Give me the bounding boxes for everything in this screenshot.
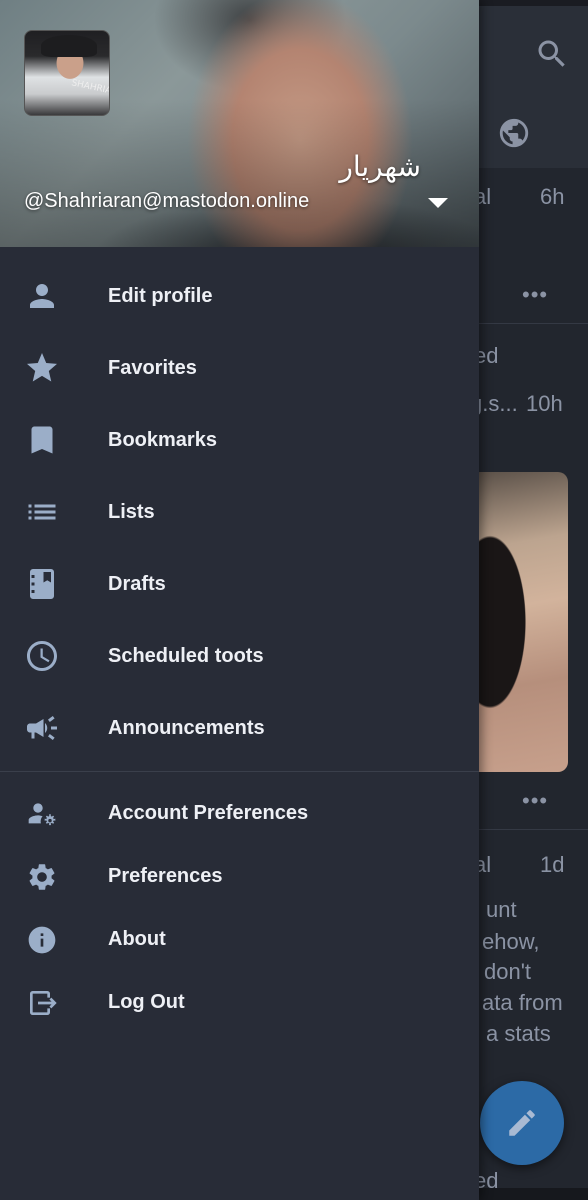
pencil-icon [505,1106,539,1140]
logout-icon [24,985,60,1021]
divider [479,829,588,830]
menu-item-label: Scheduled toots [108,644,264,667]
menu-item-drafts[interactable]: Drafts [0,548,479,620]
drafts-icon [24,566,60,602]
secondary-menu: Account Preferences Preferences About Lo… [0,782,479,1034]
avatar-hat-shape [41,35,97,57]
gear-icon [24,859,60,895]
menu-item-about[interactable]: About [0,908,479,971]
post-text: a stats [486,1021,551,1046]
search-icon[interactable] [534,36,570,72]
menu-item-label: Favorites [108,356,197,379]
menu-item-label: Lists [108,500,155,523]
avatar-text: SHAHRIAR [70,78,110,98]
account-header[interactable]: SHAHRIAR شهریار @Shahriaran@mastodon.onl… [0,0,479,247]
menu-item-label: About [108,928,166,950]
menu-item-label: Drafts [108,572,166,595]
more-options-icon[interactable]: ••• [522,788,548,814]
menu-item-preferences[interactable]: Preferences [0,845,479,908]
menu-item-bookmarks[interactable]: Bookmarks [0,404,479,476]
menu-item-log-out[interactable]: Log Out [0,971,479,1034]
star-icon [24,350,60,386]
menu-item-scheduled-toots[interactable]: Scheduled toots [0,620,479,692]
post-text: ehow, [482,929,540,954]
menu-item-edit-profile[interactable]: Edit profile [0,260,479,332]
account-switch-dropdown-icon[interactable] [428,198,448,208]
megaphone-icon [24,710,60,746]
info-icon [24,922,60,958]
post-text: ata from [482,990,563,1015]
avatar[interactable]: SHAHRIAR [24,30,110,116]
post-text: don't [484,959,532,984]
menu-item-label: Edit profile [108,284,213,307]
menu-item-lists[interactable]: Lists [0,476,479,548]
post-text: unt [486,897,517,922]
list-icon [24,494,60,530]
post-time: 10h [526,391,563,416]
display-name: شهریار [339,150,421,183]
menu-divider [0,771,479,772]
menu-item-label: Account Preferences [108,802,309,824]
navigation-drawer: SHAHRIAR شهریار @Shahriaran@mastodon.onl… [0,0,479,1200]
clock-icon [24,638,60,674]
account-settings-icon [24,796,60,832]
federated-globe-icon[interactable] [497,116,531,150]
menu-item-label: Bookmarks [108,428,217,451]
post-time: 1d [540,852,565,877]
menu-item-favorites[interactable]: Favorites [0,332,479,404]
post-media-image[interactable] [470,472,568,772]
menu-item-account-preferences[interactable]: Account Preferences [0,782,479,845]
drawer-menu: Edit profile Favorites Bookmarks Lists D… [0,260,479,1034]
menu-item-label: Preferences [108,865,223,887]
bookmark-icon [24,422,60,458]
account-handle: @Shahriaran@mastodon.online [24,190,310,212]
more-options-icon[interactable]: ••• [522,282,548,308]
post-time: 6h [540,184,565,209]
compose-button[interactable] [480,1081,564,1165]
menu-item-announcements[interactable]: Announcements [0,692,479,764]
person-icon [24,278,60,314]
divider [479,323,588,324]
menu-item-label: Announcements [108,716,265,739]
menu-item-label: Log Out [108,991,185,1013]
